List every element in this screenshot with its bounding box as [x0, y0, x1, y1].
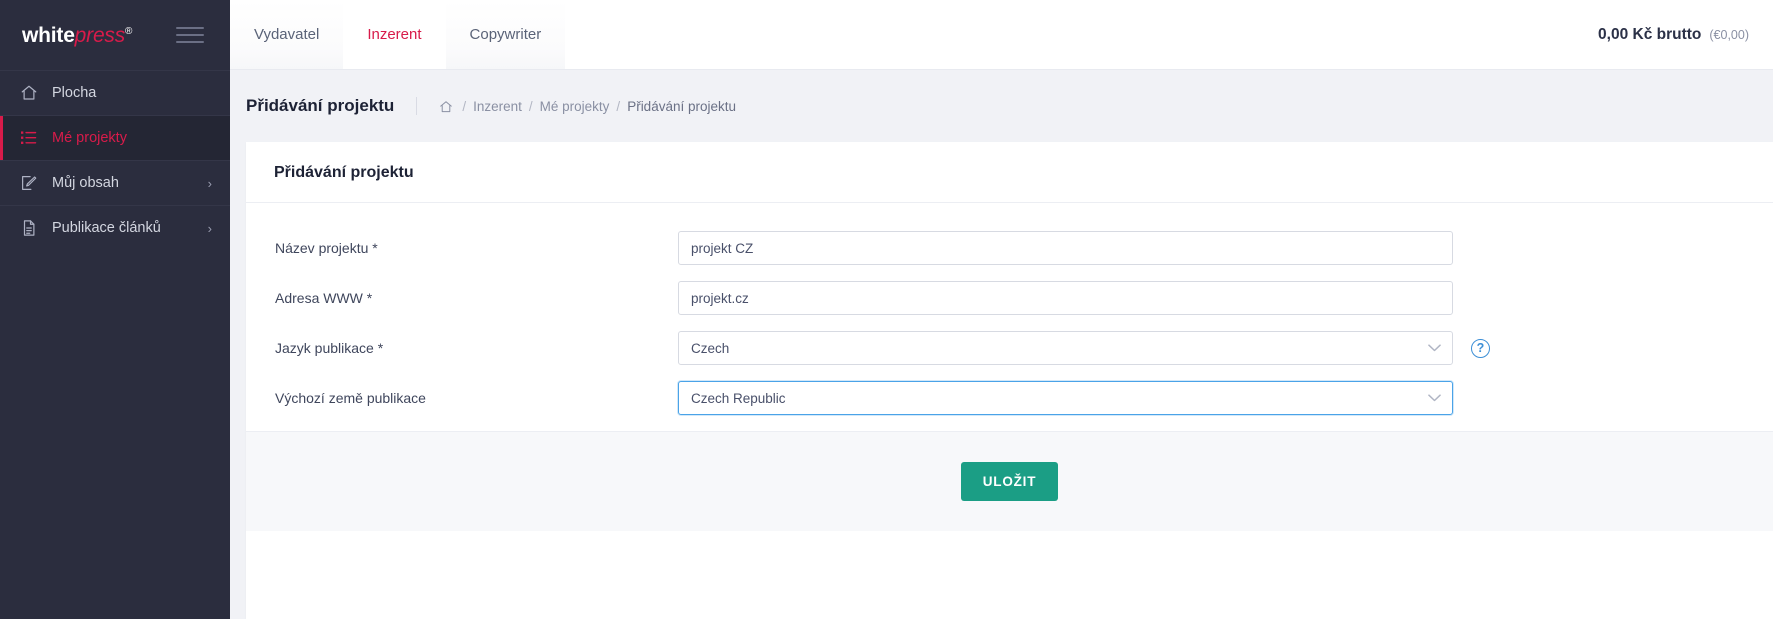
breadcrumb-item-inzerent[interactable]: Inzerent — [473, 99, 522, 114]
role-tabs: Vydavatel Inzerent Copywriter — [230, 0, 566, 69]
page-title: Přidávání projektu — [246, 96, 418, 116]
whitepress-logo[interactable]: whitepress® — [22, 25, 132, 46]
form-row-publication-language: Jazyk publikace * Czech ? — [274, 331, 1745, 365]
breadcrumb-separator: / — [462, 98, 467, 114]
tab-label: Vydavatel — [254, 26, 320, 43]
tab-label: Copywriter — [469, 26, 542, 43]
sidebar-item-label: Plocha — [52, 85, 97, 101]
form-row-default-country: Výchozí země publikace Czech Republic — [274, 381, 1745, 415]
logo-registered: ® — [125, 25, 133, 37]
hamburger-menu-icon[interactable] — [176, 27, 204, 43]
breadcrumb: / Inzerent / Mé projekty / Přidávání pro… — [417, 99, 736, 114]
publication-language-select[interactable]: Czech — [678, 331, 1453, 365]
breadcrumb-separator: / — [528, 98, 533, 114]
label-www-address: Adresa WWW * — [275, 290, 373, 306]
edit-square-icon — [18, 173, 40, 193]
app-root: whitepress® Plocha Mé projekty Můj obsah… — [0, 0, 1773, 619]
list-icon — [18, 128, 40, 148]
field-www-address — [678, 281, 1453, 315]
tab-inzerent[interactable]: Inzerent — [343, 0, 446, 69]
tab-vydavatel[interactable]: Vydavatel — [230, 0, 344, 69]
select-value: Czech — [691, 340, 730, 356]
add-project-card: Přidávání projektu Název projektu * Adre… — [246, 142, 1773, 619]
breadcrumb-item-current: Přidávání projektu — [627, 98, 736, 114]
save-button[interactable]: ULOŽIT — [960, 462, 1059, 501]
sidebar-item-label: Publikace článků — [52, 220, 161, 236]
label-project-name: Název projektu * — [275, 240, 378, 256]
card-title: Přidávání projektu — [274, 164, 414, 181]
main-area: Vydavatel Inzerent Copywriter 0,00 Kč br… — [230, 0, 1773, 619]
sidebar-item-me-projekty[interactable]: Mé projekty — [0, 115, 230, 160]
chevron-right-icon: › — [207, 175, 212, 191]
hamburger-bar-3 — [176, 41, 204, 43]
balance-amount: 0,00 Kč brutto — [1598, 25, 1702, 43]
breadcrumb-item-me-projekty[interactable]: Mé projekty — [540, 99, 610, 114]
default-country-select[interactable]: Czech Republic — [678, 381, 1453, 415]
help-icon[interactable]: ? — [1471, 338, 1490, 358]
sidebar-item-label: Můj obsah — [52, 175, 119, 191]
topbar: Vydavatel Inzerent Copywriter 0,00 Kč br… — [230, 0, 1773, 70]
card-container: Přidávání projektu Název projektu * Adre… — [230, 142, 1773, 619]
label-default-country: Výchozí země publikace — [275, 390, 426, 406]
www-address-input[interactable] — [678, 281, 1453, 315]
sidebar-item-plocha[interactable]: Plocha — [0, 70, 230, 115]
sidebar: whitepress® Plocha Mé projekty Můj obsah… — [0, 0, 230, 619]
tab-label: Inzerent — [367, 26, 422, 43]
breadcrumb-separator: / — [616, 98, 621, 114]
logo-press: press — [74, 23, 126, 47]
card-footer: ULOŽIT — [246, 431, 1773, 531]
card-header: Přidávání projektu — [246, 142, 1773, 203]
account-balance[interactable]: 0,00 Kč brutto (€0,00) — [1598, 26, 1773, 44]
balance-secondary: (€0,00) — [1709, 27, 1749, 42]
home-icon[interactable] — [439, 100, 453, 114]
sidebar-item-label: Mé projekty — [52, 130, 127, 146]
chevron-right-icon: › — [207, 220, 212, 236]
form-row-www-address: Adresa WWW * — [274, 281, 1745, 315]
select-value: Czech Republic — [691, 390, 786, 406]
brand-header: whitepress® — [0, 0, 230, 70]
project-name-input[interactable] — [678, 231, 1453, 265]
sidebar-item-muj-obsah[interactable]: Můj obsah › — [0, 160, 230, 205]
label-publication-language: Jazyk publikace * — [275, 340, 384, 356]
form-row-project-name: Název projektu * — [274, 231, 1745, 265]
add-project-form: Název projektu * Adresa WWW * — [246, 203, 1773, 431]
home-icon — [18, 83, 40, 103]
tab-copywriter[interactable]: Copywriter — [445, 0, 566, 69]
field-publication-language: Czech — [678, 331, 1453, 365]
sidebar-item-publikace-clanku[interactable]: Publikace článků › — [0, 205, 230, 250]
hamburger-bar-2 — [176, 34, 204, 36]
sidebar-nav: Plocha Mé projekty Můj obsah › Publikace… — [0, 70, 230, 250]
field-default-country: Czech Republic — [678, 381, 1453, 415]
hamburger-bar-1 — [176, 27, 204, 29]
page-header: Přidávání projektu / Inzerent / Mé proje… — [230, 70, 1773, 142]
document-icon — [18, 218, 40, 238]
logo-white: white — [22, 23, 75, 47]
field-project-name — [678, 231, 1453, 265]
